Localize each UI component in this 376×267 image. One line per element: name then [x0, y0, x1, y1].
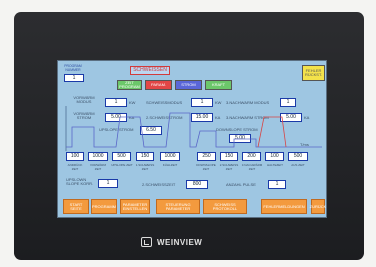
time-label-5: KÜHLZEIT — [162, 163, 178, 167]
time-value-10[interactable]: 500 — [288, 152, 308, 161]
time-value-9[interactable]: 100 — [265, 152, 284, 161]
nav-start-seite[interactable]: START SEITE — [63, 199, 89, 214]
nav-fehlermeldungen[interactable]: FEHLERMELDUNGEN — [261, 199, 307, 214]
time-value-6[interactable]: 250 — [197, 152, 216, 161]
time-label-1: ANDRÜCK ZEIT — [67, 163, 83, 171]
time-unit-label: T/ms — [300, 142, 309, 147]
brand-logo: WEINVIEW — [141, 236, 241, 248]
time-value-5[interactable]: 1000 — [160, 152, 180, 161]
time-label-2: VORWÄRM ZEIT — [90, 163, 106, 171]
time-value-8[interactable]: 200 — [242, 152, 261, 161]
time-label-10: AUS ZEIT — [291, 163, 305, 167]
nav-steuerung[interactable]: STEUERUNG PARAMETER — [156, 199, 200, 214]
upslope-korr-field[interactable]: 1 — [98, 179, 118, 188]
impulse-field[interactable]: 800 — [186, 180, 208, 189]
time-label-8: 3.NACHWÄRM ZEIT — [241, 163, 263, 171]
time-value-1[interactable]: 100 — [66, 152, 84, 161]
time-value-3[interactable]: 500 — [112, 152, 131, 161]
brand-logo-icon — [141, 237, 152, 247]
hmi-screen: PROGRAM NUMMER 1 SCHWEISSEN ZEIT PROGRAM… — [57, 60, 327, 218]
current-profile-diagram — [65, 106, 322, 151]
nav-parameter[interactable]: PARAMETER EINSTELLEN — [120, 199, 150, 214]
brand-name: WEINVIEW — [157, 237, 203, 247]
nav-zurueck[interactable]: ZURÜCK — [310, 199, 326, 214]
nav-programm[interactable]: PROGRAMM — [91, 199, 117, 214]
time-label-7: 2.SCHWEISS ZEIT — [219, 163, 239, 171]
pulse-count-field[interactable]: 1 — [268, 180, 286, 189]
pulse-count-label: ANZAHL PULSE — [226, 182, 256, 187]
time-label-6: DOWNSLOPE ZEIT — [196, 163, 216, 171]
upslope-korr-label: UPSLOWN SLOPE KORR. — [66, 177, 94, 186]
time-value-2[interactable]: 1000 — [88, 152, 108, 161]
nav-protokoll[interactable]: SCHWEISS PROTOKOLL — [203, 199, 247, 214]
time-value-4[interactable]: 150 — [136, 152, 154, 161]
time-value-7[interactable]: 150 — [220, 152, 238, 161]
time-label-4: 1.SCHWEISS ZEIT — [135, 163, 155, 171]
time-label-3: UPSLOPE ZEIT — [111, 163, 133, 167]
time-label-9: HALTEZEIT — [267, 163, 283, 167]
impulse-label: 2.SCHWEISSZEIT — [142, 182, 176, 187]
